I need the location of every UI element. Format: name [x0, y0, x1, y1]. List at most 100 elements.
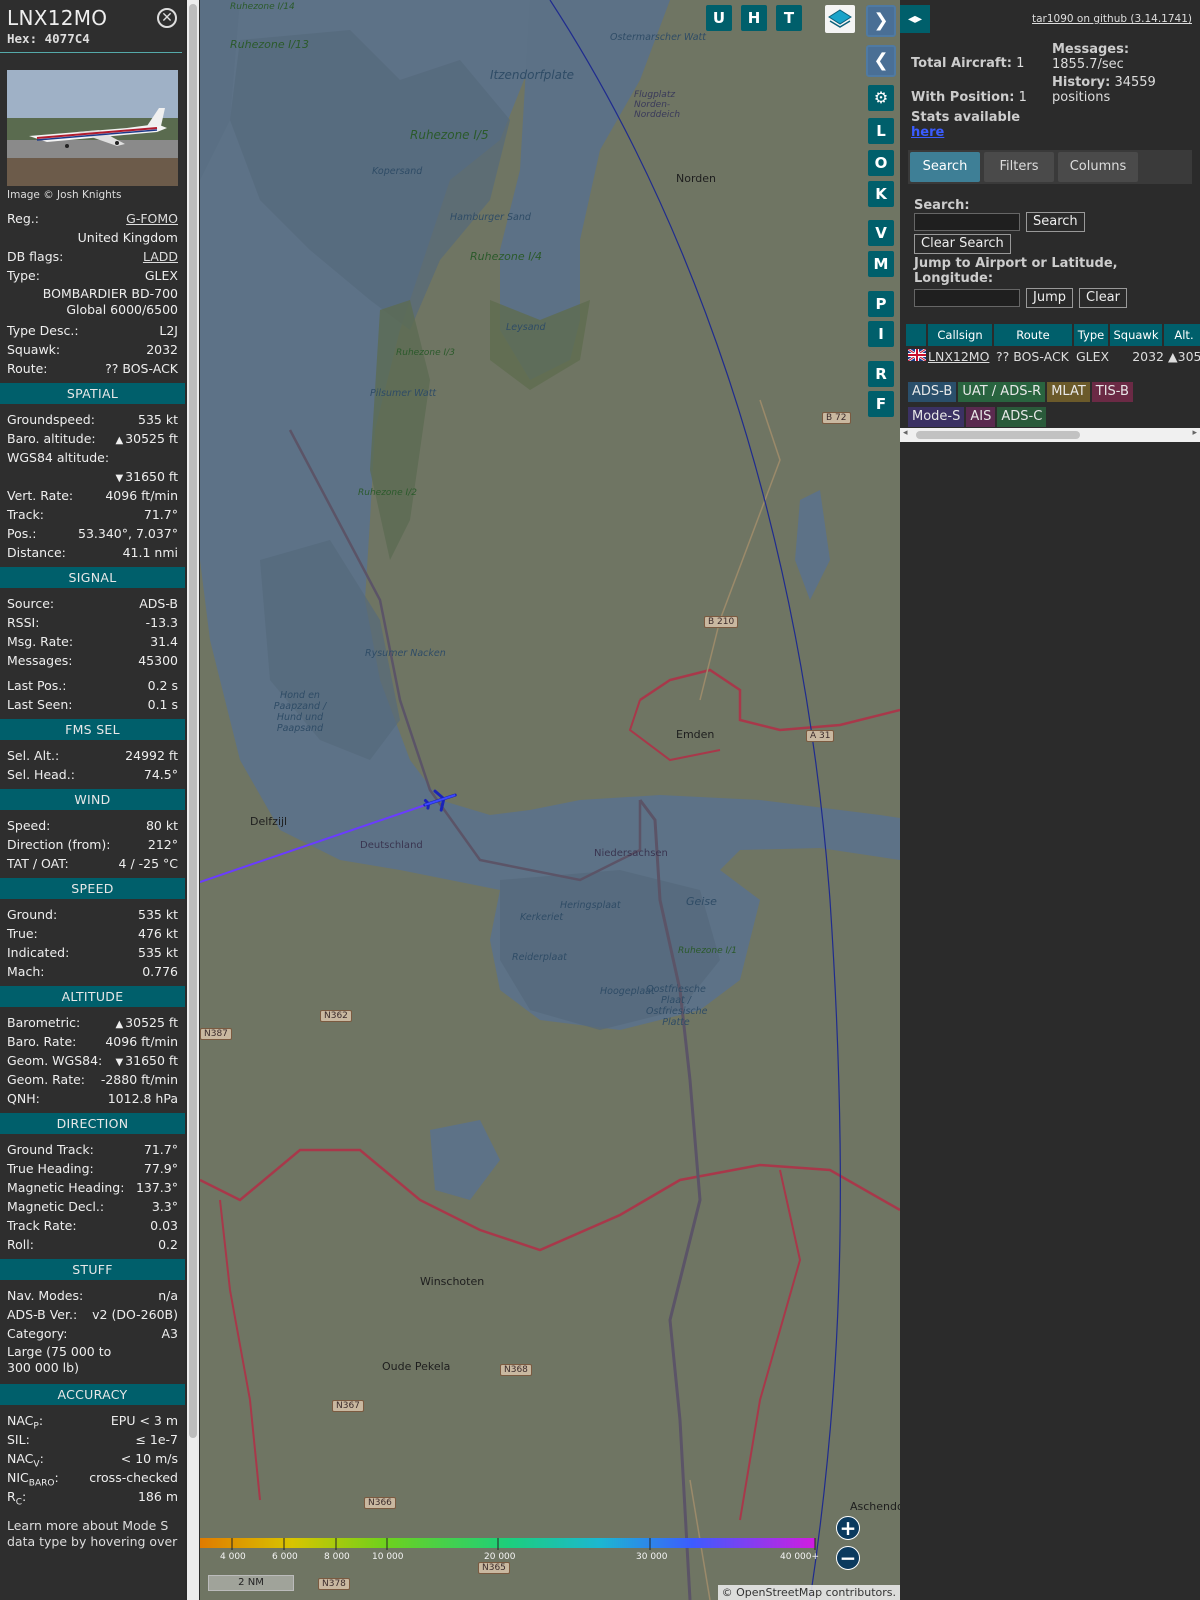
- toggle-button-m[interactable]: M: [868, 251, 894, 277]
- road-badge: N368: [500, 1364, 532, 1376]
- jump-input[interactable]: [914, 289, 1020, 307]
- source-chip[interactable]: TIS-B: [1091, 382, 1133, 402]
- sidebar-header: LNX12MO Hex: 4077C4 ✕: [0, 0, 182, 53]
- tab-search[interactable]: Search: [910, 152, 980, 182]
- section-header-stuff[interactable]: STUFF: [0, 1259, 185, 1280]
- map-base-layer: [200, 0, 900, 1600]
- info-row: ADS-B Ver.: v2 (DO-260B): [0, 1305, 185, 1324]
- toggle-button-u[interactable]: U: [706, 5, 732, 31]
- table-horizontal-scrollbar[interactable]: ◂ ▸: [900, 428, 1200, 442]
- attribution-prefix: ©: [721, 1586, 737, 1599]
- source-chip[interactable]: ADS-C: [997, 407, 1047, 427]
- info-row: Baro. Rate: 4096 ft/min: [0, 1032, 185, 1051]
- expand-sidebar-button[interactable]: ❯: [866, 5, 896, 37]
- section-header-speed[interactable]: SPEED: [0, 878, 185, 899]
- info-row: DB flags: LADD: [0, 247, 185, 266]
- toggle-button-f[interactable]: F: [868, 391, 894, 417]
- zoom-out-button[interactable]: −: [836, 1546, 860, 1570]
- toggle-button-i[interactable]: I: [868, 321, 894, 347]
- info-key: True Heading:: [7, 1161, 94, 1176]
- info-link[interactable]: LADD: [143, 249, 178, 264]
- aircraft-photo[interactable]: [7, 70, 178, 186]
- search-input[interactable]: [914, 213, 1020, 231]
- toggle-button-h[interactable]: H: [741, 5, 767, 31]
- tab-filters[interactable]: Filters: [984, 152, 1054, 182]
- scroll-right-icon[interactable]: ▸: [1192, 428, 1197, 438]
- col-squawk[interactable]: Squawk: [1110, 324, 1162, 346]
- info-value: 31.4: [150, 634, 178, 649]
- section-header-direction[interactable]: DIRECTION: [0, 1113, 185, 1134]
- info-value[interactable]: G-FOMO: [126, 209, 178, 228]
- map-view[interactable]: Norden Emden Delfzijl Winschoten Oude Pe…: [200, 0, 900, 1600]
- col-flag[interactable]: [906, 324, 926, 346]
- toggle-button-r[interactable]: R: [868, 361, 894, 387]
- info-key: Type:: [7, 268, 40, 283]
- altitude-scale-tick: 6 000: [272, 1552, 298, 1562]
- map-town-label: Norden: [676, 172, 717, 185]
- collapse-sidebar-button[interactable]: ❮: [866, 45, 896, 77]
- jump-button[interactable]: Jump: [1026, 288, 1073, 308]
- search-button[interactable]: Search: [1026, 212, 1085, 232]
- scroll-left-icon[interactable]: ◂: [903, 428, 908, 438]
- row-callsign[interactable]: LNX12MO: [928, 346, 996, 368]
- gear-icon: ⚙: [873, 88, 889, 107]
- info-row: Track Rate: 0.03: [0, 1216, 185, 1235]
- openstreetmap-link[interactable]: OpenStreetMap: [736, 1586, 822, 1599]
- source-chip[interactable]: ADS-B: [908, 382, 957, 402]
- col-type[interactable]: Type: [1074, 324, 1108, 346]
- section-header-spatial[interactable]: SPATIAL: [0, 383, 185, 404]
- clear-search-button[interactable]: Clear Search: [914, 234, 1011, 254]
- col-route[interactable]: Route: [994, 324, 1072, 346]
- info-value: 4096 ft/min: [105, 488, 178, 503]
- toggle-button-l[interactable]: L: [868, 118, 894, 144]
- sidebar-scrollbar-thumb[interactable]: [189, 4, 197, 1438]
- messages-label: Messages:: [1052, 42, 1130, 57]
- info-value: 4 / -25 °C: [118, 856, 178, 871]
- info-key: RC:: [7, 1489, 27, 1508]
- col-alt[interactable]: Alt.: [1164, 324, 1200, 346]
- info-key: Baro. altitude:: [7, 431, 96, 446]
- table-row[interactable]: LNX12MO ?? BOS-ACK GLEX 2032 ▲305: [906, 346, 1200, 368]
- tab-columns[interactable]: Columns: [1058, 152, 1138, 182]
- toggle-button-o[interactable]: O: [868, 150, 894, 176]
- sidebar-scrollbar[interactable]: [187, 0, 199, 1600]
- close-icon[interactable]: ✕: [157, 8, 177, 28]
- toggle-panel-button[interactable]: ◂▸: [900, 5, 930, 33]
- source-chip[interactable]: MLAT: [1047, 382, 1090, 402]
- settings-button[interactable]: ⚙: [868, 85, 894, 111]
- source-chip[interactable]: UAT / ADS-R: [958, 382, 1046, 402]
- arrows-horizontal-icon: ◂▸: [907, 11, 923, 27]
- info-key: Sel. Alt.:: [7, 748, 60, 763]
- col-callsign[interactable]: Callsign: [928, 324, 992, 346]
- clear-jump-button[interactable]: Clear: [1079, 288, 1127, 308]
- info-value[interactable]: LADD: [143, 247, 178, 266]
- toggle-button-p[interactable]: P: [868, 291, 894, 317]
- table-scrollbar-thumb[interactable]: [916, 431, 1080, 439]
- section-header-accuracy[interactable]: ACCURACY: [0, 1384, 185, 1405]
- info-row: Sel. Head.: 74.5°: [0, 765, 185, 784]
- toggle-button-v[interactable]: V: [868, 220, 894, 246]
- stats-link[interactable]: here: [911, 125, 944, 140]
- source-chip[interactable]: AIS: [966, 407, 996, 427]
- layers-button[interactable]: [825, 5, 855, 33]
- section-header-altitude[interactable]: ALTITUDE: [0, 986, 185, 1007]
- section-header-wind[interactable]: WIND: [0, 789, 185, 810]
- jump-label: Jump to Airport or Latitude, Longitude:: [914, 256, 1118, 286]
- section-header-fms-sel[interactable]: FMS SEL: [0, 719, 185, 740]
- info-key: Barometric:: [7, 1015, 81, 1030]
- road-badge: A 31: [806, 730, 835, 742]
- info-key: Pos.:: [7, 526, 37, 541]
- altitude-scale-tick: 4 000: [220, 1552, 246, 1562]
- source-chip[interactable]: Mode-S: [908, 407, 965, 427]
- info-link[interactable]: G-FOMO: [126, 211, 178, 226]
- info-key: Speed:: [7, 818, 51, 833]
- zoom-in-button[interactable]: +: [836, 1516, 860, 1540]
- github-link[interactable]: tar1090 on github (3.14.1741): [1032, 13, 1192, 25]
- info-key-text: NIC: [7, 1470, 29, 1485]
- info-key: Source:: [7, 596, 55, 611]
- info-row: NICBARO: cross-checked: [0, 1468, 185, 1489]
- section-header-signal[interactable]: SIGNAL: [0, 567, 185, 588]
- info-row: Source: ADS-B: [0, 594, 185, 613]
- toggle-button-t[interactable]: T: [776, 5, 802, 31]
- toggle-button-k[interactable]: K: [868, 181, 894, 207]
